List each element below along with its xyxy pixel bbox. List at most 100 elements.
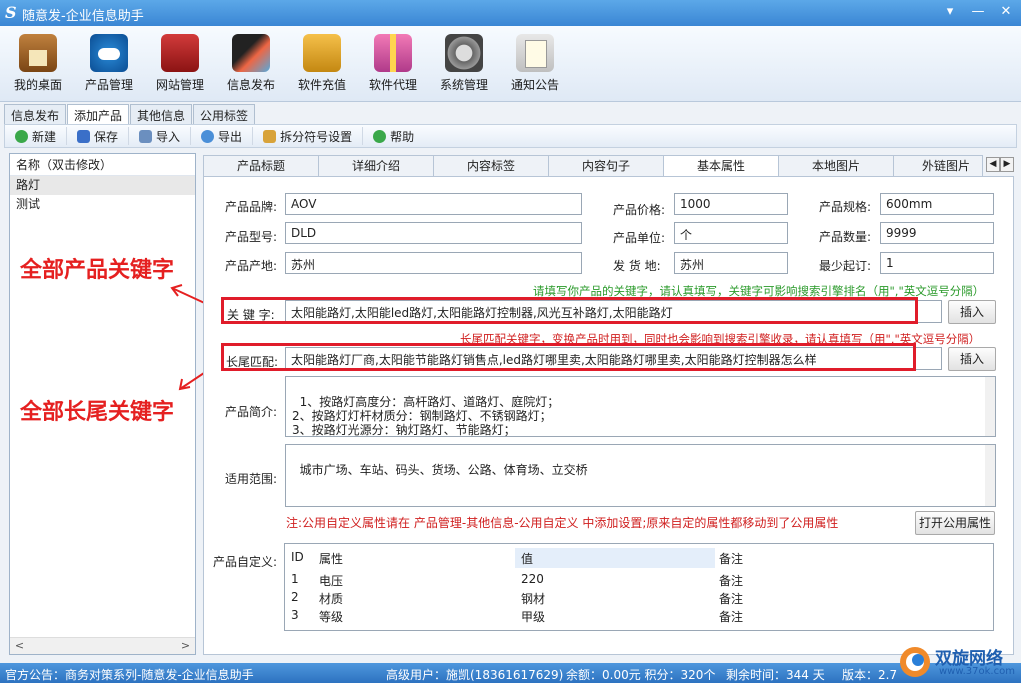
- col-remark-header: 备注: [719, 552, 744, 566]
- scroll-right-icon[interactable]: >: [178, 639, 193, 652]
- scope-textarea[interactable]: 城市广场、车站、码头、货场、公路、体育场、立交桥: [285, 444, 996, 507]
- status-remaining: 剩余时间：344 天: [726, 668, 825, 682]
- tab-external-images[interactable]: 外链图片: [893, 155, 983, 176]
- origin-label: 产品产地:: [225, 259, 278, 273]
- cloud-icon: [90, 34, 128, 72]
- min-order-label: 最少起订:: [819, 259, 872, 273]
- annotation-keywords: 全部产品关键字: [20, 258, 175, 283]
- tab-basic-attrs[interactable]: 基本属性: [663, 155, 779, 176]
- menu-dropdown-button[interactable]: ▾: [939, 3, 961, 21]
- intro-scrollbar[interactable]: [985, 377, 995, 436]
- toolbar-product-manage[interactable]: 产品管理: [74, 34, 144, 93]
- tab-content-tags[interactable]: 内容标签: [433, 155, 549, 176]
- table-row[interactable]: 2 材质 钢材 备注: [285, 588, 993, 606]
- col-attr-header: 属性: [319, 552, 344, 566]
- insert-keyword-button[interactable]: 插入: [948, 300, 996, 324]
- custom-attrs-grid: ID 属性 值 备注 1 电压 220 备注 2 材质 钢材 备注 3 等级 甲…: [284, 543, 994, 631]
- minimize-button[interactable]: —: [967, 3, 989, 21]
- col-id-header: ID: [291, 550, 304, 564]
- export-button[interactable]: 导出: [191, 127, 254, 145]
- folder-icon: [139, 129, 153, 143]
- public-attr-note: 注:公用自定义属性请在 产品管理-其他信息-公用自定义 中添加设置;原来自定的属…: [286, 516, 839, 530]
- min-order-input[interactable]: 1: [880, 252, 994, 274]
- tab-public-tags[interactable]: 公用标签: [193, 104, 256, 124]
- grid-header: ID 属性 值 备注: [285, 548, 993, 568]
- help-icon: [373, 129, 387, 143]
- model-label: 产品型号:: [225, 230, 278, 244]
- close-button[interactable]: ✕: [995, 3, 1017, 21]
- add-icon: [15, 129, 28, 143]
- tab-local-images[interactable]: 本地图片: [778, 155, 894, 176]
- table-row[interactable]: 3 等级 甲级 备注: [285, 606, 993, 624]
- coins-icon: [303, 34, 341, 72]
- price-input[interactable]: 1000: [674, 193, 788, 215]
- title-bar: S 随意发-企业信息助手 ▾ — ✕: [0, 0, 1021, 26]
- toolbar-website-manage[interactable]: 网站管理: [145, 34, 215, 93]
- main-toolbar: 我的桌面 产品管理 网站管理 信息发布 软件充值 软件代理 系统管理 通知公告: [0, 26, 1021, 102]
- qty-input[interactable]: 9999: [880, 222, 994, 244]
- toolbar-my-desktop[interactable]: 我的桌面: [3, 34, 73, 93]
- help-button[interactable]: 帮助: [363, 127, 424, 145]
- website-icon: [161, 34, 199, 72]
- scope-label: 适用范围:: [225, 472, 278, 486]
- toolbar-recharge[interactable]: 软件充值: [287, 34, 357, 93]
- tab-other-info[interactable]: 其他信息: [130, 104, 193, 124]
- house-icon: [19, 34, 57, 72]
- table-row[interactable]: 1 电压 220 备注: [285, 570, 993, 588]
- sub-tabs: 信息发布 添加产品 其他信息 公用标签: [4, 104, 256, 124]
- tab-detail[interactable]: 详细介绍: [318, 155, 434, 176]
- brand-label: 产品品牌:: [225, 200, 278, 214]
- unit-label: 产品单位:: [613, 231, 666, 245]
- tab-info-publish[interactable]: 信息发布: [4, 104, 67, 124]
- split-icon: [263, 129, 277, 143]
- price-label: 产品价格:: [613, 203, 666, 217]
- toolbar-system-manage[interactable]: 系统管理: [429, 34, 499, 93]
- status-notice: 官方公告：商务对策系列-随意发-企业信息助手: [5, 668, 254, 682]
- qty-label: 产品数量:: [819, 230, 872, 244]
- toolbar-notice[interactable]: 通知公告: [500, 34, 570, 93]
- watermark-swirl-icon: [900, 647, 930, 677]
- scope-scrollbar[interactable]: [985, 445, 995, 506]
- watermark-logo: 双旋网络 www.37ok.com: [897, 640, 1017, 683]
- col-value-header: 值: [515, 548, 715, 568]
- tab-content-sentence[interactable]: 内容句子: [548, 155, 664, 176]
- longtail-highlight-box: [221, 343, 916, 371]
- tab-prev-icon[interactable]: ◀: [986, 157, 1000, 172]
- import-button[interactable]: 导入: [129, 127, 192, 145]
- intro-textarea[interactable]: 1、按路灯高度分：高杆路灯、道路灯、庭院灯； 2、按路灯灯杆材质分：钢制路灯、不…: [285, 376, 996, 437]
- spec-input[interactable]: 600mm: [880, 193, 994, 215]
- brand-input[interactable]: AOV: [285, 193, 582, 215]
- unit-input[interactable]: 个: [674, 222, 788, 244]
- toolbar-info-publish[interactable]: 信息发布: [216, 34, 286, 93]
- insert-longtail-button[interactable]: 插入: [948, 347, 996, 371]
- horizontal-scrollbar[interactable]: < >: [10, 637, 195, 654]
- notice-icon: [516, 34, 554, 72]
- spec-label: 产品规格:: [819, 200, 872, 214]
- magic-wand-icon: [232, 34, 270, 72]
- window-controls: ▾ — ✕: [939, 3, 1017, 21]
- status-bar: 官方公告：商务对策系列-随意发-企业信息助手 高级用户：施凯(183616176…: [0, 663, 1021, 683]
- custom-attrs-label: 产品自定义:: [213, 555, 278, 569]
- scroll-left-icon[interactable]: <: [12, 639, 27, 652]
- model-input[interactable]: DLD: [285, 222, 582, 244]
- intro-label: 产品简介:: [225, 405, 278, 419]
- product-list-header: 名称（双击修改）: [10, 154, 195, 176]
- save-icon: [77, 129, 91, 143]
- annotation-longtail: 全部长尾关键字: [20, 400, 175, 425]
- open-public-attrs-button[interactable]: 打开公用属性: [915, 511, 995, 535]
- tab-product-title[interactable]: 产品标题: [203, 155, 319, 176]
- list-item[interactable]: 路灯: [10, 176, 195, 195]
- ship-input[interactable]: 苏州: [674, 252, 788, 274]
- tab-add-product[interactable]: 添加产品: [67, 104, 130, 124]
- split-symbol-button[interactable]: 拆分符号设置: [253, 127, 364, 145]
- status-balance: 余额：0.00元 积分：320个: [566, 668, 716, 682]
- keyword-highlight-box: [221, 297, 918, 324]
- list-item[interactable]: 测试: [10, 195, 195, 214]
- save-button[interactable]: 保存: [67, 127, 130, 145]
- status-version: 版本：2.7: [842, 668, 898, 682]
- new-button[interactable]: 新建: [5, 127, 68, 145]
- tab-next-icon[interactable]: ▶: [1000, 157, 1014, 172]
- toolbar-agent[interactable]: 软件代理: [358, 34, 428, 93]
- product-tabs: 产品标题 详细介绍 内容标签 内容句子 基本属性 本地图片 外链图片 ◀ ▶: [203, 155, 1017, 176]
- origin-input[interactable]: 苏州: [285, 252, 582, 274]
